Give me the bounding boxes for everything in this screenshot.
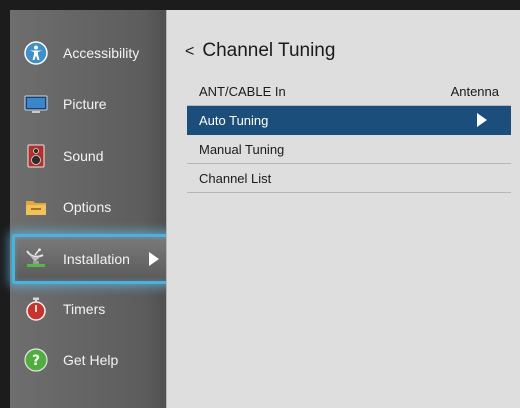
page-header: < Channel Tuning bbox=[185, 40, 335, 62]
help-icon: ? bbox=[24, 348, 48, 372]
satellite-dish-icon bbox=[26, 248, 45, 267]
sidebar-item-options[interactable]: Options bbox=[18, 187, 164, 227]
sidebar-item-label: Sound bbox=[63, 148, 104, 164]
accessibility-icon bbox=[24, 41, 48, 65]
menu-row-value: Antenna bbox=[450, 83, 499, 99]
sidebar-item-get-help[interactable]: ? Get Help bbox=[18, 340, 164, 380]
sidebar-item-label: Accessibility bbox=[63, 45, 140, 61]
chevron-right-icon bbox=[149, 252, 159, 266]
page-title: Channel Tuning bbox=[202, 40, 336, 61]
stopwatch-icon bbox=[26, 297, 46, 321]
menu-row-manual-tuning[interactable]: Manual Tuning bbox=[187, 135, 511, 164]
sidebar: Accessibility Picture Sound Options Inst… bbox=[10, 10, 172, 408]
menu-row-channel-list[interactable]: Channel List bbox=[187, 164, 511, 193]
menu-row-ant-cable-in[interactable]: ANT/CABLE In Antenna bbox=[187, 77, 511, 106]
monitor-icon bbox=[24, 95, 48, 113]
sidebar-item-sound[interactable]: Sound bbox=[18, 136, 164, 176]
folder-icon bbox=[26, 201, 46, 215]
sidebar-item-installation[interactable]: Installation bbox=[12, 234, 172, 284]
sidebar-item-label: Options bbox=[63, 199, 112, 215]
menu-row-label: ANT/CABLE In bbox=[199, 83, 286, 99]
sidebar-item-label: Installation bbox=[63, 251, 130, 267]
back-icon[interactable]: < bbox=[185, 43, 194, 61]
sidebar-item-picture[interactable]: Picture bbox=[18, 84, 164, 124]
sidebar-item-label: Timers bbox=[63, 301, 106, 317]
sidebar-item-timers[interactable]: Timers bbox=[18, 289, 164, 329]
chevron-right-icon bbox=[477, 113, 487, 127]
sidebar-item-accessibility[interactable]: Accessibility bbox=[18, 33, 164, 73]
menu-row-auto-tuning[interactable]: Auto Tuning bbox=[187, 106, 511, 135]
main-panel: < Channel Tuning ANT/CABLE In Antenna Au… bbox=[166, 10, 520, 408]
svg-text:?: ? bbox=[32, 353, 40, 369]
sidebar-item-label: Get Help bbox=[63, 352, 119, 368]
speaker-icon bbox=[27, 144, 45, 168]
sidebar-item-label: Picture bbox=[63, 96, 107, 112]
menu-row-label: Channel List bbox=[199, 170, 272, 186]
menu-row-label: Manual Tuning bbox=[199, 141, 285, 157]
menu-row-label: Auto Tuning bbox=[199, 112, 269, 128]
